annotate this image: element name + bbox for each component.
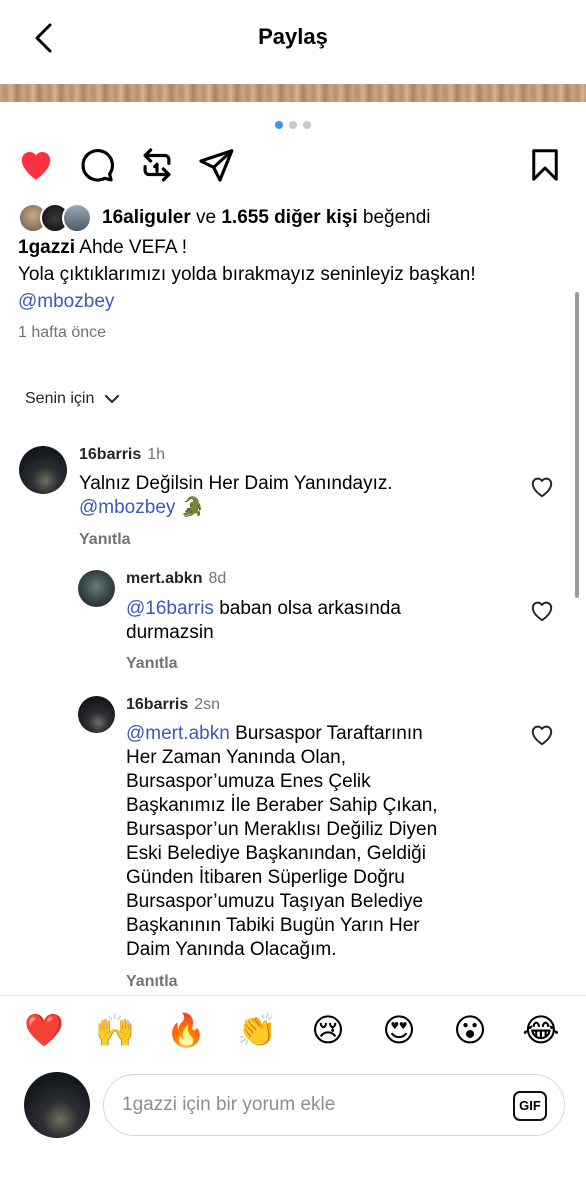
carousel-indicator [0, 121, 586, 129]
likes-suffix: beğendi [362, 207, 431, 228]
caption-line-2: Yola çıktıklarımızı yolda bırakmayız sen… [18, 264, 476, 285]
raising-hands-emoji-button[interactable]: 🙌 [95, 1010, 135, 1050]
comment-time: 1h [147, 446, 166, 463]
comment-mention[interactable]: @mbozbey [79, 497, 175, 518]
likes-summary[interactable]: 16aliguler ve 1.655 diğer kişi beğendi [18, 203, 431, 233]
comment-bubble-icon[interactable] [77, 146, 115, 189]
comment-text: Yalnız Değilsin Her Daim Yanındayız. @mb… [79, 473, 393, 518]
comment-time: 2sn [194, 696, 221, 713]
reply-button[interactable]: Yanıtla [126, 655, 178, 673]
avatar[interactable] [19, 446, 67, 494]
comment-username[interactable]: mert.abkn 8d [126, 570, 226, 588]
caption-username[interactable]: 1gazzi [18, 237, 75, 258]
comment-like-heart-icon[interactable] [529, 598, 555, 629]
red-heart-emoji-button[interactable]: ❤️ [24, 1010, 64, 1050]
reply-comment-item: 16barris 2sn @mert.abkn Bursaspor Tarafta… [78, 696, 559, 992]
comment-text: @16barris baban olsa arkasında durmazsin [126, 598, 401, 643]
likes-count[interactable]: 1.655 diğer kişi [221, 207, 357, 228]
carousel-dot-active [275, 121, 283, 129]
gif-button[interactable]: GIF [513, 1091, 547, 1121]
crying-face-emoji-button[interactable]: 😢 [308, 1010, 348, 1050]
post-timestamp: 1 hafta önce [18, 324, 107, 341]
save-bookmark-icon[interactable] [527, 146, 563, 189]
post-caption: 1gazzi Ahde VEFA ! Yola çıktıklarımızı y… [18, 234, 568, 315]
post-actions [0, 146, 586, 188]
comment-username[interactable]: 16barris 1h [79, 446, 165, 464]
avatar[interactable] [78, 570, 115, 607]
comment-text: @mert.abkn Bursaspor Taraftarının Her Za… [126, 723, 438, 960]
crocodile-emoji: 🐊 [180, 497, 205, 518]
comment-input[interactable] [122, 1091, 492, 1119]
comment-mention[interactable]: @16barris [126, 598, 214, 619]
share-send-icon[interactable] [197, 146, 235, 189]
heart-eyes-emoji-button[interactable]: 😍 [379, 1010, 419, 1050]
page-title: Paylaş [258, 24, 328, 49]
comment-item: 16barris 1h Yalnız Değilsin Her Daim Yanı… [19, 446, 559, 556]
comment-time: 8d [208, 570, 227, 587]
avatar[interactable] [78, 696, 115, 733]
fire-emoji-button[interactable]: 🔥 [166, 1010, 206, 1050]
repost-icon[interactable] [138, 146, 176, 189]
current-user-avatar [24, 1072, 90, 1138]
reply-button[interactable]: Yanıtla [126, 973, 178, 991]
quick-reactions-bar: ❤️ 🙌 🔥 👏 😢 😍 😮 😂 [0, 1010, 586, 1050]
reply-comment-item: mert.abkn 8d @16barris baban olsa arkasın… [78, 570, 559, 680]
comment-like-heart-icon[interactable] [529, 722, 555, 753]
liker-username[interactable]: 16aliguler [102, 207, 191, 228]
post-image-bottom-edge[interactable] [0, 84, 586, 102]
comment-mention[interactable]: @mert.abkn [126, 723, 230, 744]
tears-of-joy-emoji-button[interactable]: 😂 [521, 1010, 561, 1050]
comment-like-heart-icon[interactable] [529, 474, 555, 505]
surprised-face-emoji-button[interactable]: 😮 [450, 1010, 490, 1050]
scrollbar[interactable] [575, 292, 579, 598]
top-bar: Paylaş [0, 0, 586, 84]
caption-line-1: Ahde VEFA ! [79, 237, 188, 258]
carousel-dot [289, 121, 297, 129]
avatar [62, 203, 92, 233]
sort-label: Senin için [25, 390, 95, 407]
comment-composer: ❤️ 🙌 🔥 👏 😢 😍 😮 😂 GIF [0, 995, 586, 1200]
chevron-down-icon [105, 395, 120, 403]
liker-avatars [18, 203, 94, 233]
like-heart-filled-icon[interactable] [17, 146, 55, 189]
comment-username[interactable]: 16barris 2sn [126, 696, 220, 714]
clapping-hands-emoji-button[interactable]: 👏 [237, 1010, 277, 1050]
comment-sort-dropdown[interactable]: Senin için [25, 390, 120, 408]
comment-input-container[interactable]: GIF [103, 1074, 565, 1136]
carousel-dot [303, 121, 311, 129]
reply-button[interactable]: Yanıtla [79, 531, 131, 549]
caption-mention[interactable]: @mbozbey [18, 288, 568, 315]
likes-connector: ve [196, 207, 217, 228]
